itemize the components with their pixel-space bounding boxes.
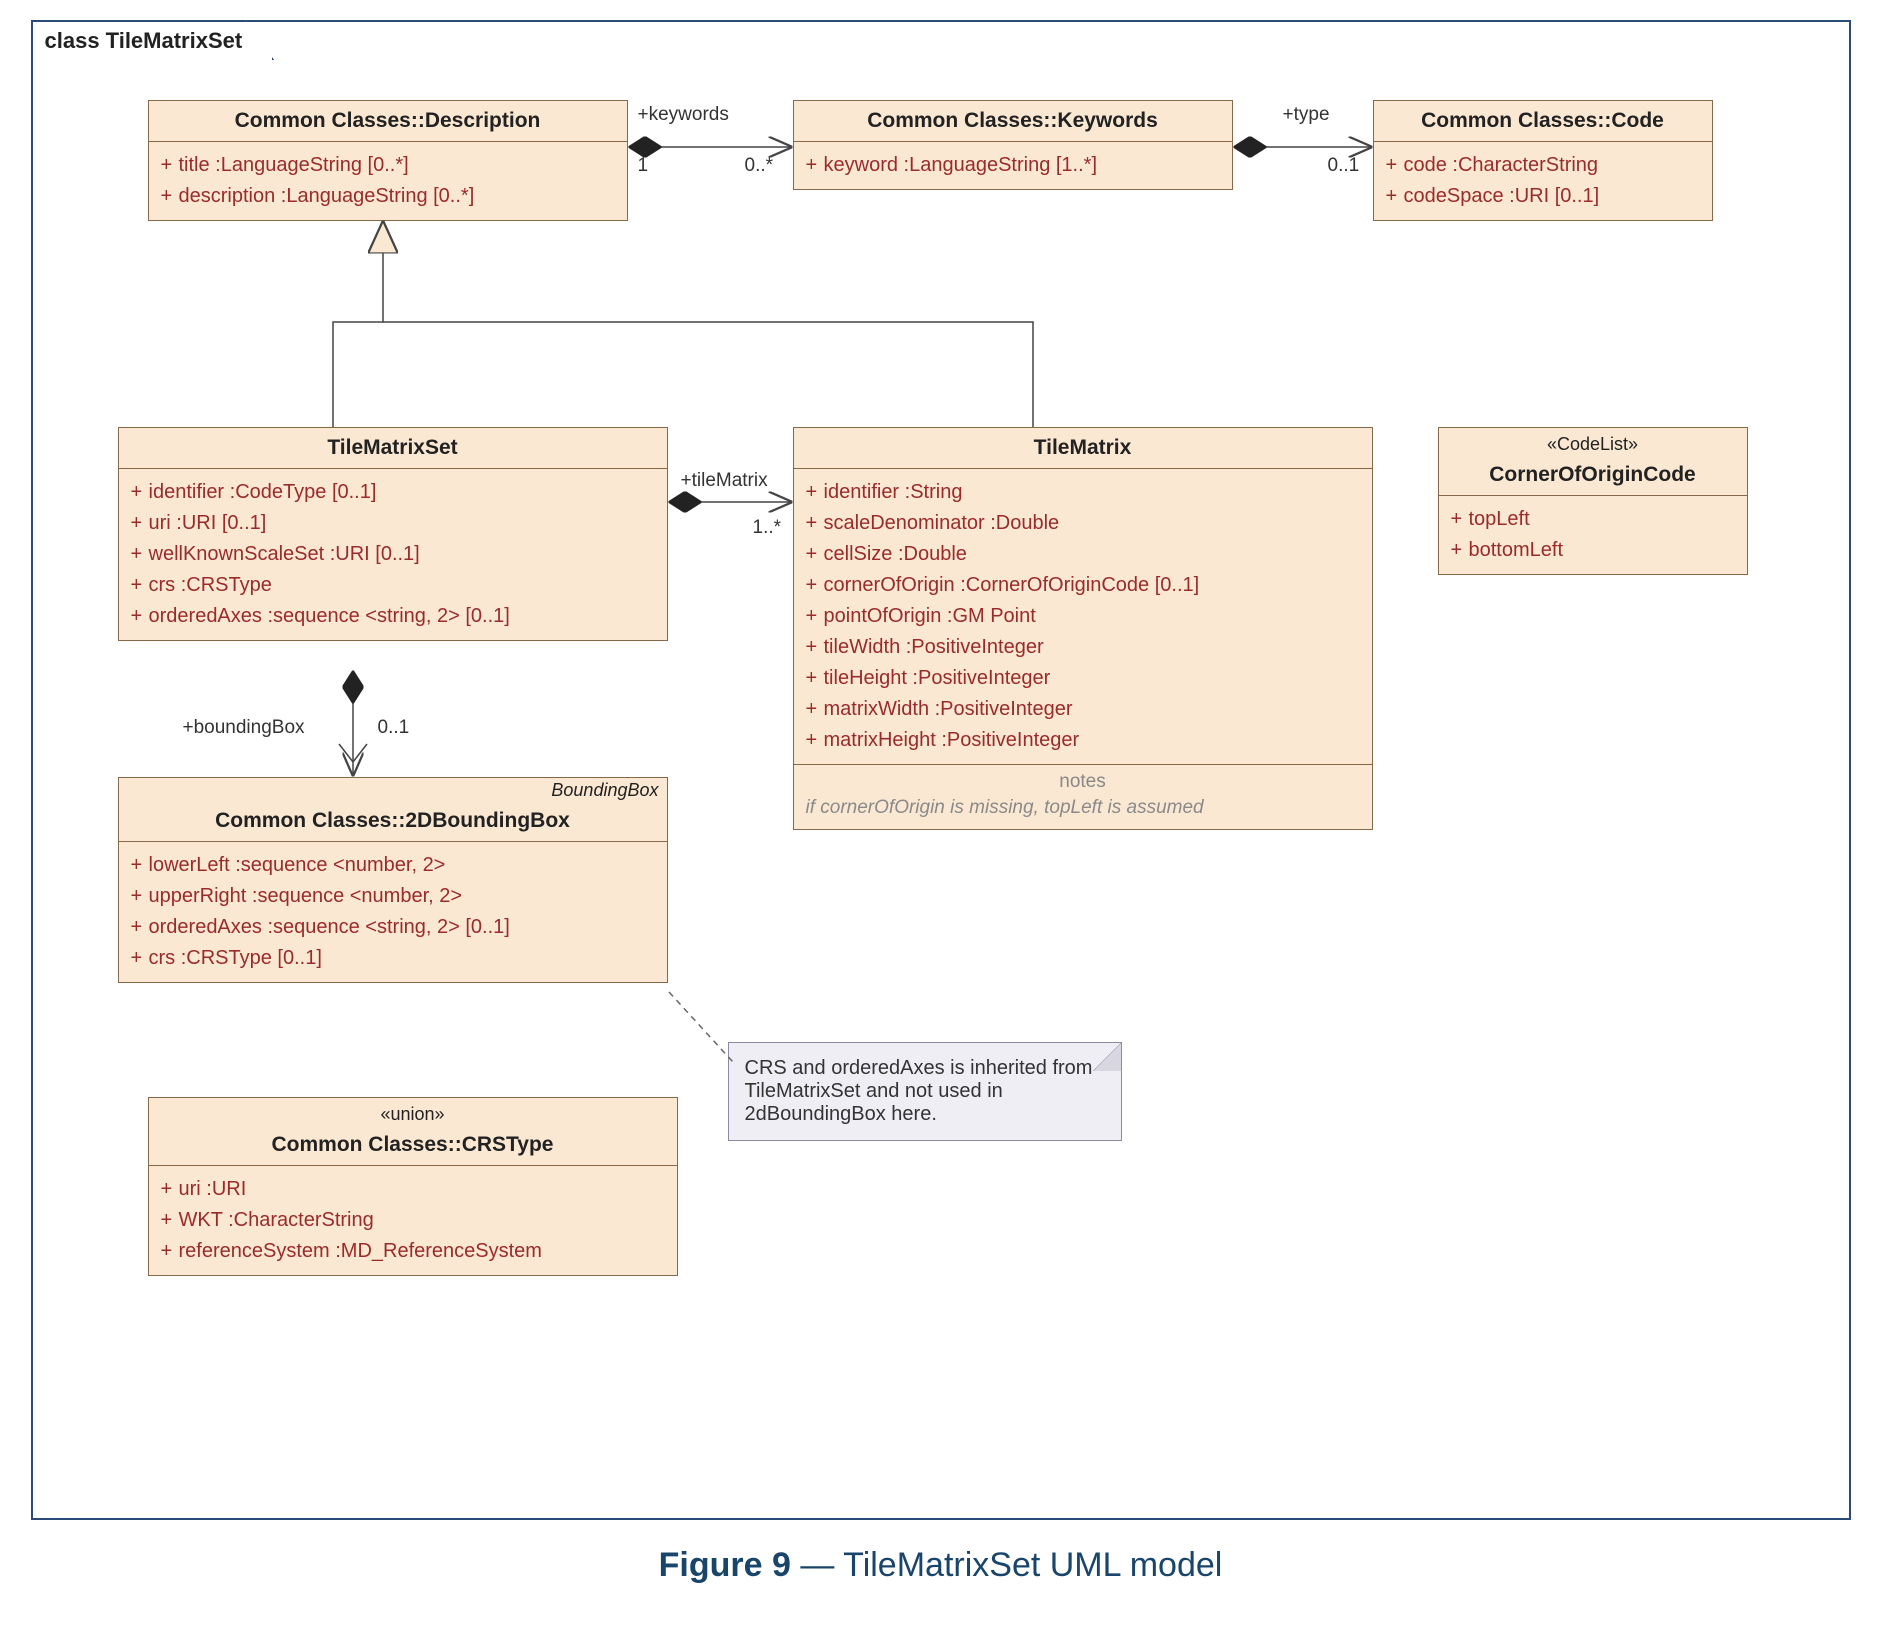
class-attributes: +title :LanguageString [0..*] +descripti… — [149, 142, 627, 220]
class-description: Common Classes::Description +title :Lang… — [148, 100, 628, 221]
attribute: +keyword :LanguageString [1..*] — [806, 150, 1220, 181]
assoc-role-type: +type — [1283, 104, 1330, 126]
class-title: Common Classes::Description — [149, 101, 627, 142]
caption-number: Figure 9 — [659, 1546, 791, 1584]
assoc-mult-type: 0..1 — [1328, 155, 1360, 177]
attribute: +referenceSystem :MD_ReferenceSystem — [161, 1236, 665, 1267]
class-keywords: Common Classes::Keywords +keyword :Langu… — [793, 100, 1233, 190]
class-tilematrix: TileMatrix +identifier :String +scaleDen… — [793, 427, 1373, 830]
attribute: +WKT :CharacterString — [161, 1205, 665, 1236]
class-title: Common Classes::CRSType — [149, 1125, 677, 1166]
class-notes: notes if cornerOfOrigin is missing, topL… — [794, 764, 1372, 829]
class-title: Common Classes::Keywords — [794, 101, 1232, 142]
assoc-mult-1: 1 — [638, 155, 649, 177]
attribute: +orderedAxes :sequence <string, 2> [0..1… — [131, 912, 655, 943]
class-title: Common Classes::Code — [1374, 101, 1712, 142]
class-2dboundingbox: BoundingBox Common Classes::2DBoundingBo… — [118, 777, 668, 983]
class-attributes: +identifier :String +scaleDenominator :D… — [794, 469, 1372, 764]
assoc-role-tilematrix: +tileMatrix — [681, 470, 768, 492]
attribute: +scaleDenominator :Double — [806, 508, 1360, 539]
attribute: +crs :CRSType — [131, 570, 655, 601]
uml-diagram-frame: class TileMatrixSet Common Classes::Desc… — [31, 20, 1851, 1520]
attribute: +title :LanguageString [0..*] — [161, 150, 615, 181]
attribute: +identifier :CodeType [0..1] — [131, 477, 655, 508]
caption-text: — TileMatrixSet UML model — [791, 1546, 1222, 1584]
attribute: +tileHeight :PositiveInteger — [806, 663, 1360, 694]
class-title: TileMatrix — [794, 428, 1372, 469]
note-text: CRS and orderedAxes is inherited from Ti… — [745, 1057, 1093, 1125]
attribute: +code :CharacterString — [1386, 150, 1700, 181]
class-crstype: «union» Common Classes::CRSType +uri :UR… — [148, 1097, 678, 1276]
class-attributes: +uri :URI +WKT :CharacterString +referen… — [149, 1166, 677, 1275]
class-title: CornerOfOriginCode — [1439, 455, 1747, 496]
attribute: +uri :URI — [161, 1174, 665, 1205]
class-cornerorigin: «CodeList» CornerOfOriginCode +topLeft +… — [1438, 427, 1748, 575]
assoc-role-bbox: +boundingBox — [183, 717, 305, 739]
assoc-role-keywords: +keywords — [638, 104, 729, 126]
class-tilematrixset: TileMatrixSet +identifier :CodeType [0..… — [118, 427, 668, 641]
attribute: +upperRight :sequence <number, 2> — [131, 881, 655, 912]
attribute: +crs :CRSType [0..1] — [131, 943, 655, 974]
class-stereotype: «union» — [149, 1098, 677, 1125]
attribute: +pointOfOrigin :GM Point — [806, 601, 1360, 632]
attribute: +matrixHeight :PositiveInteger — [806, 725, 1360, 756]
attribute: +description :LanguageString [0..*] — [161, 181, 615, 212]
attribute: +orderedAxes :sequence <string, 2> [0..1… — [131, 601, 655, 632]
note-fold-icon — [1093, 1043, 1121, 1071]
class-stereotype: «CodeList» — [1439, 428, 1747, 455]
class-title: TileMatrixSet — [119, 428, 667, 469]
assoc-mult-tilematrix: 1..* — [753, 517, 782, 539]
attribute: +tileWidth :PositiveInteger — [806, 632, 1360, 663]
attribute: +lowerLeft :sequence <number, 2> — [131, 850, 655, 881]
class-attributes: +code :CharacterString +codeSpace :URI [… — [1374, 142, 1712, 220]
class-attributes: +topLeft +bottomLeft — [1439, 496, 1747, 574]
uml-note: CRS and orderedAxes is inherited from Ti… — [728, 1042, 1122, 1141]
attribute: +wellKnownScaleSet :URI [0..1] — [131, 539, 655, 570]
attribute: +matrixWidth :PositiveInteger — [806, 694, 1360, 725]
diagram-title-tab: class TileMatrixSet — [31, 20, 275, 60]
notes-text: if cornerOfOrigin is missing, topLeft is… — [806, 797, 1360, 819]
class-title: Common Classes::2DBoundingBox — [119, 801, 667, 842]
class-attributes: +keyword :LanguageString [1..*] — [794, 142, 1232, 189]
attribute: +bottomLeft — [1451, 535, 1735, 566]
class-attributes: +identifier :CodeType [0..1] +uri :URI [… — [119, 469, 667, 640]
assoc-mult-bbox: 0..1 — [378, 717, 410, 739]
figure-caption: Figure 9 — TileMatrixSet UML model — [20, 1546, 1861, 1585]
attribute: +topLeft — [1451, 504, 1735, 535]
class-code: Common Classes::Code +code :CharacterStr… — [1373, 100, 1713, 221]
attribute: +cellSize :Double — [806, 539, 1360, 570]
attribute: +identifier :String — [806, 477, 1360, 508]
assoc-mult-keywords: 0..* — [745, 155, 774, 177]
attribute: +uri :URI [0..1] — [131, 508, 655, 539]
attribute: +cornerOfOrigin :CornerOfOriginCode [0..… — [806, 570, 1360, 601]
class-super: BoundingBox — [119, 778, 667, 801]
attribute: +codeSpace :URI [0..1] — [1386, 181, 1700, 212]
class-attributes: +lowerLeft :sequence <number, 2> +upperR… — [119, 842, 667, 982]
notes-header: notes — [806, 771, 1360, 793]
